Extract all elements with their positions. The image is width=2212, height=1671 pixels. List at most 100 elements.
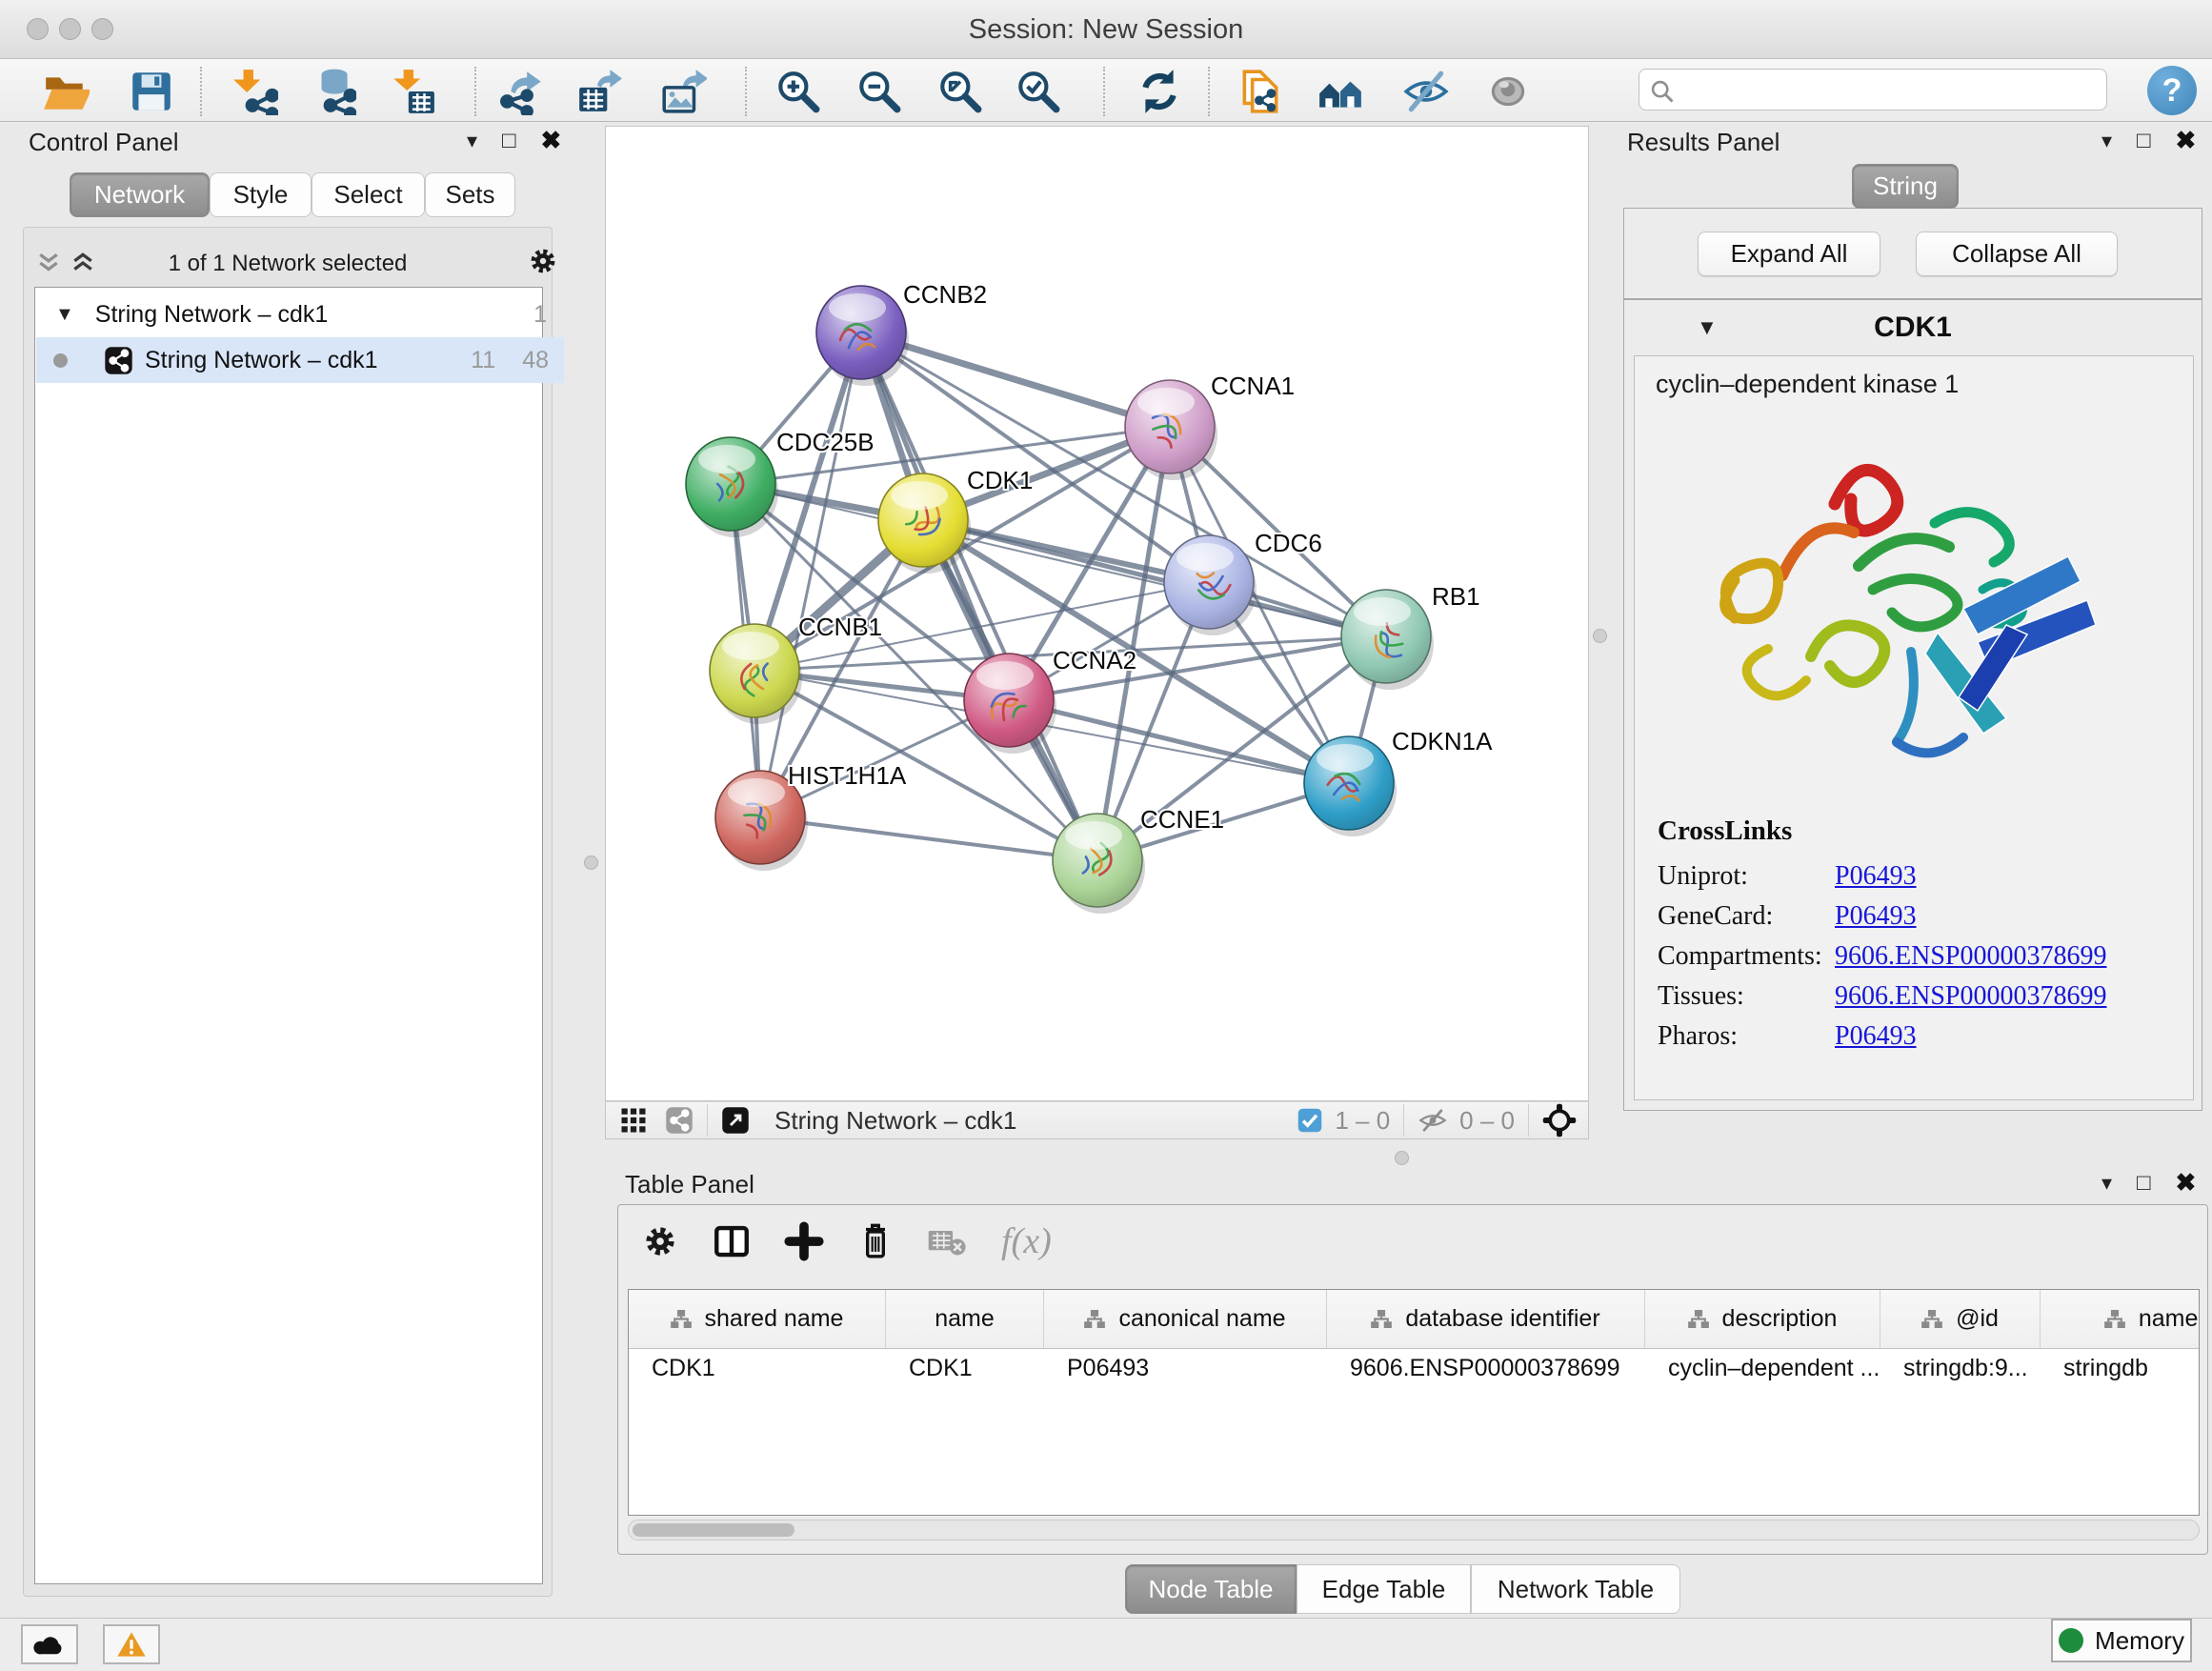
crosslink-link[interactable]: P06493 [1835, 1021, 1917, 1052]
left-splitter-handle[interactable] [584, 856, 598, 870]
node-CDC25B[interactable] [686, 437, 778, 537]
column-type-icon [671, 1310, 692, 1328]
birds-eye-view-icon[interactable] [1542, 1103, 1577, 1137]
node-label-CDK1: CDK1 [967, 466, 1033, 494]
horizontal-splitter-handle[interactable] [1395, 1151, 1409, 1165]
table-h-scrollbar-thumb[interactable] [633, 1523, 794, 1537]
create-column-plus-icon[interactable] [784, 1221, 824, 1261]
node-label-CCNE1: CCNE1 [1140, 805, 1224, 834]
hide-selected-eye-slash-icon[interactable] [1402, 68, 1450, 115]
node-CDK1[interactable] [878, 473, 971, 574]
node-CDKN1A[interactable] [1304, 736, 1397, 836]
open-session-icon[interactable] [42, 68, 90, 115]
import-network-file-icon[interactable] [231, 68, 278, 115]
tab-network[interactable]: Network [70, 172, 210, 217]
node-label-CCNB2: CCNB2 [903, 280, 987, 309]
toolbar-separator [200, 67, 202, 116]
crosslink-link[interactable]: P06493 [1835, 901, 1917, 932]
table-cell[interactable]: CDK1 [629, 1349, 886, 1387]
table-cell[interactable]: P06493 [1044, 1349, 1327, 1387]
column-header-namespace[interactable]: namespace [2041, 1290, 2200, 1348]
node-CCNB1[interactable] [710, 624, 802, 724]
import-network-from-database-icon[interactable] [309, 68, 356, 115]
tab-style[interactable]: Style [210, 172, 312, 217]
crosslink-label: GeneCard: [1658, 901, 1835, 932]
collapse-panel-icon[interactable]: ▾ [2101, 129, 2112, 153]
delete-table-icon-disabled [927, 1224, 969, 1258]
node-label-CCNA2: CCNA2 [1053, 646, 1136, 674]
collapse-panel-icon[interactable]: ▾ [467, 129, 477, 153]
right-splitter-handle[interactable] [1593, 629, 1607, 643]
crosslink-row: GeneCard:P06493 [1658, 901, 2195, 932]
close-panel-icon[interactable]: ✖ [2176, 1168, 2197, 1198]
expand-all-button[interactable]: Expand All [1698, 232, 1880, 276]
cloud-status-button[interactable] [21, 1624, 78, 1664]
table-cell[interactable]: stringdb:9... [1880, 1349, 2041, 1387]
save-session-icon[interactable] [128, 68, 175, 115]
network-view[interactable]: CCNB2CCNA1CDC25BCDK1CDC6RB1CCNB1CCNA2CDK… [605, 126, 1589, 1101]
table-cell[interactable]: cyclin–dependent ... [1645, 1349, 1880, 1387]
node-CCNA1[interactable] [1125, 380, 1217, 480]
tab-network-table[interactable]: Network Table [1471, 1564, 1680, 1614]
refresh-icon[interactable] [1136, 68, 1183, 115]
node-CDC6[interactable] [1164, 535, 1257, 635]
collapse-all-button[interactable]: Collapse All [1916, 232, 2118, 276]
crosslink-link[interactable]: P06493 [1835, 861, 1917, 892]
tab-select[interactable]: Select [312, 172, 425, 217]
column-header-database-identifier[interactable]: database identifier [1327, 1290, 1645, 1348]
export-network-icon[interactable] [499, 68, 547, 115]
crosslink-link[interactable]: 9606.ENSP00000378699 [1835, 941, 2106, 972]
zoom-in-icon[interactable] [774, 68, 821, 115]
column-header-name[interactable]: name [886, 1290, 1044, 1348]
table-cell[interactable]: stringdb [2041, 1349, 2200, 1387]
edge-HIST1H1A-CCNE1[interactable] [760, 817, 1097, 860]
collapse-panel-icon[interactable]: ▾ [2101, 1171, 2112, 1196]
home-icon[interactable] [1317, 68, 1364, 115]
column-header-shared-name[interactable]: shared name [629, 1290, 886, 1348]
column-header-canonical-name[interactable]: canonical name [1044, 1290, 1327, 1348]
selected-checkbox-icon[interactable] [1297, 1107, 1323, 1134]
help-button[interactable]: ? [2147, 66, 2197, 115]
float-panel-icon[interactable]: □ [502, 128, 516, 154]
hidden-count: 0 – 0 [1459, 1106, 1515, 1136]
memory-button[interactable]: Memory [2051, 1619, 2192, 1662]
tab-sets[interactable]: Sets [425, 172, 515, 217]
search-box [1639, 69, 2107, 111]
detach-view-icon[interactable] [721, 1106, 750, 1135]
warnings-button[interactable] [103, 1624, 160, 1664]
import-table-file-icon[interactable] [389, 68, 436, 115]
grid-view-icon[interactable] [619, 1106, 648, 1135]
network-collection-row[interactable]: ▼ String Network – cdk1 1 [36, 292, 564, 337]
zoom-out-icon[interactable] [855, 68, 902, 115]
toolbar-separator [1103, 67, 1105, 116]
clone-network-icon[interactable] [1237, 68, 1284, 115]
network-row-selected[interactable]: String Network – cdk1 11 48 [36, 337, 564, 383]
zoom-fit-icon[interactable] [935, 68, 983, 115]
export-image-icon[interactable] [659, 68, 707, 115]
column-header-description[interactable]: description [1645, 1290, 1880, 1348]
network-canvas[interactable]: CCNB2CCNA1CDC25BCDK1CDC6RB1CCNB1CCNA2CDK… [606, 127, 1588, 1100]
table-data-row[interactable]: CDK1CDK1P064939606.ENSP00000378699cyclin… [629, 1349, 2199, 1387]
column-header-@id[interactable]: @id [1880, 1290, 2041, 1348]
collection-expand-caret-icon[interactable]: ▼ [55, 304, 74, 326]
network-panel-gear-icon[interactable] [527, 245, 559, 277]
tab-node-table[interactable]: Node Table [1125, 1564, 1297, 1614]
export-table-icon[interactable] [575, 68, 623, 115]
float-panel-icon[interactable]: □ [2137, 1170, 2151, 1197]
tab-edge-table[interactable]: Edge Table [1297, 1564, 1471, 1614]
table-h-scrollbar[interactable] [628, 1520, 2200, 1540]
table-cell[interactable]: 9606.ENSP00000378699 [1327, 1349, 1645, 1387]
tab-string[interactable]: String [1852, 164, 1959, 209]
node-RB1[interactable] [1341, 590, 1434, 690]
node-CCNE1[interactable] [1053, 814, 1145, 914]
table-options-gear-icon[interactable] [641, 1222, 679, 1260]
table-cell[interactable]: CDK1 [886, 1349, 1044, 1387]
crosslink-link[interactable]: 9606.ENSP00000378699 [1835, 981, 2106, 1012]
close-panel-icon[interactable]: ✖ [541, 126, 562, 155]
delete-columns-trash-icon[interactable] [856, 1221, 895, 1261]
zoom-selected-icon[interactable] [1014, 68, 1061, 115]
close-panel-icon[interactable]: ✖ [2176, 126, 2197, 155]
show-columns-icon[interactable] [712, 1221, 752, 1261]
float-panel-icon[interactable]: □ [2137, 128, 2151, 154]
search-input[interactable] [1681, 71, 2091, 106]
